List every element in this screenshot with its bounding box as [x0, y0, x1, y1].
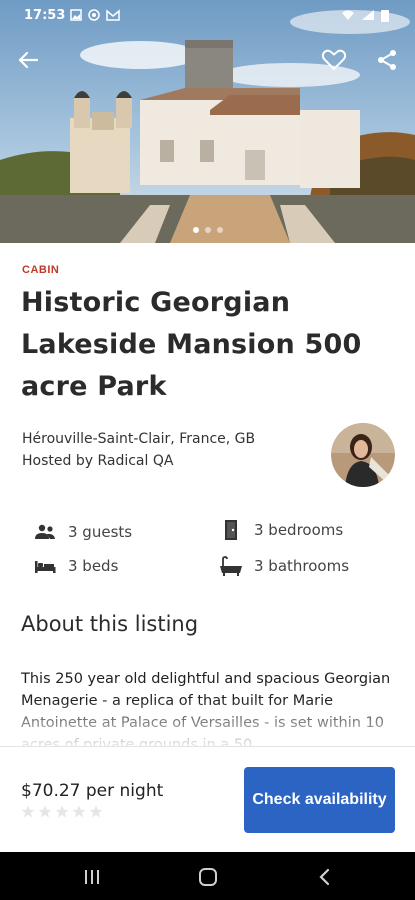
wifi-icon — [342, 10, 354, 20]
pager-dot — [192, 227, 199, 233]
back-arrow-icon — [18, 51, 38, 69]
status-time: 17:53 — [24, 8, 66, 23]
notification-icons — [70, 9, 120, 21]
system-navigation-bar — [0, 852, 415, 900]
home-button[interactable] — [196, 866, 220, 888]
back-button[interactable] — [12, 44, 44, 76]
amenity-beds-label: 3 beds — [68, 557, 119, 575]
booking-bar: $70.27 per night Check availability — [0, 746, 415, 852]
status-bar: 17:53 — [0, 0, 415, 32]
home-icon — [199, 868, 217, 886]
gmail-icon — [106, 9, 120, 21]
system-back-button[interactable] — [312, 866, 336, 888]
host-avatar[interactable] — [331, 423, 395, 487]
chevron-left-icon — [319, 868, 330, 886]
amenity-bedrooms-label: 3 bedrooms — [254, 521, 344, 539]
rating-stars — [21, 805, 103, 818]
photo-pager — [0, 227, 415, 233]
listing-location: Hérouville-Saint-Clair, France, GB — [22, 431, 256, 447]
castle-photo — [0, 0, 415, 243]
star-icon — [89, 805, 103, 818]
listing-photo[interactable]: 17:53 — [0, 0, 415, 243]
share-button[interactable] — [371, 44, 403, 76]
listing-host: Hosted by Radical QA — [22, 453, 174, 469]
nightly-price: $70.27 per night — [21, 781, 164, 801]
at-icon — [88, 9, 100, 21]
star-icon — [72, 805, 86, 818]
star-icon — [38, 805, 52, 818]
amenity-bathrooms: 3 bathrooms — [218, 556, 349, 576]
check-availability-button[interactable]: Check availability — [244, 767, 395, 833]
bathtub-icon — [218, 556, 244, 576]
recent-apps-icon — [85, 870, 99, 884]
battery-icon — [381, 10, 389, 22]
system-icons — [341, 9, 389, 22]
door-icon — [218, 520, 244, 540]
heart-icon — [321, 49, 347, 71]
bed-icon — [32, 556, 58, 576]
avatar — [331, 423, 395, 487]
text-fade — [0, 700, 415, 746]
about-heading: About this listing — [21, 612, 199, 636]
pager-dot — [204, 227, 211, 233]
pager-dot — [216, 227, 223, 233]
amenity-guests: 3 guests — [32, 522, 132, 542]
share-icon — [378, 50, 396, 70]
image-icon — [70, 9, 82, 21]
star-icon — [55, 805, 69, 818]
star-icon — [21, 805, 35, 818]
listing-title: Historic Georgian Lakeside Mansion 500 a… — [21, 287, 362, 402]
amenity-bedrooms: 3 bedrooms — [218, 520, 343, 540]
amenity-bathrooms-label: 3 bathrooms — [254, 557, 350, 575]
signal-icon — [362, 10, 374, 20]
guests-icon — [32, 522, 58, 542]
favorite-button[interactable] — [318, 44, 350, 76]
amenity-beds: 3 beds — [32, 556, 118, 576]
listing-category: CABIN — [22, 264, 60, 276]
listing-location-block: Hérouville-Saint-Clair, France, GB Hoste… — [22, 428, 255, 472]
amenity-guests-label: 3 guests — [68, 523, 133, 541]
recent-apps-button[interactable] — [80, 866, 104, 888]
